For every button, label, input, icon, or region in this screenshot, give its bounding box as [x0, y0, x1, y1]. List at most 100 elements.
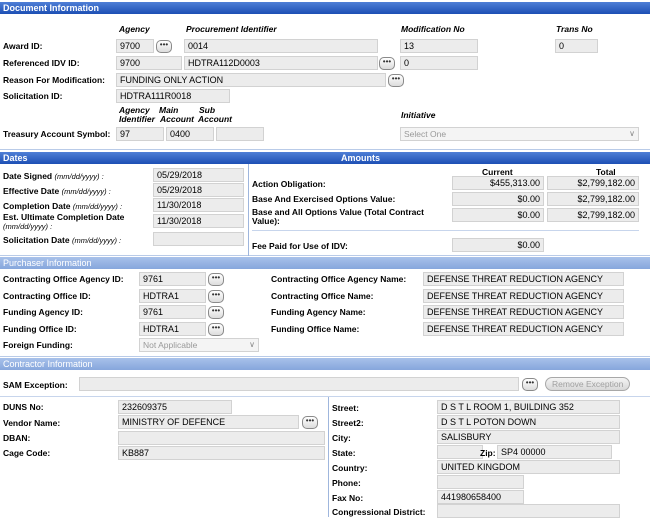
idv-agency-field[interactable]: 9700 — [116, 56, 182, 70]
award-modification-field[interactable]: 13 — [400, 39, 478, 53]
dates-divider — [248, 164, 249, 256]
cage-code-field[interactable]: KB887 — [118, 446, 325, 460]
initiative-select-value: Select One — [404, 129, 447, 139]
funding-agency-id-label: Funding Agency ID: — [3, 307, 83, 317]
base-exercised-total-field[interactable]: $2,799,182.00 — [547, 192, 639, 206]
funding-office-ellipsis-icon[interactable]: ••• — [208, 323, 224, 336]
dates-header: Dates Amounts — [0, 152, 650, 164]
idv-lookup-ellipsis-icon[interactable]: ••• — [379, 57, 395, 70]
award-lookup-ellipsis-icon[interactable]: ••• — [156, 40, 172, 53]
idv-procurement-field[interactable]: HDTRA112D0003 — [184, 56, 378, 70]
tas-sub-header-line2: Account — [198, 114, 232, 124]
foreign-funding-select-value: Not Applicable — [143, 340, 198, 350]
tas-agency-header-line2: Identifier — [119, 114, 155, 124]
referenced-idv-label: Referenced IDV ID: — [3, 58, 80, 68]
solicitation-date-label: Solicitation Date (mm/dd/yyyy) : — [3, 235, 122, 245]
reason-for-modification-field[interactable]: FUNDING ONLY ACTION — [116, 73, 386, 87]
action-obligation-current-field[interactable]: $455,313.00 — [452, 176, 544, 190]
foreign-funding-select[interactable]: Not Applicable ∨ — [139, 338, 259, 352]
idv-modification-field[interactable]: 0 — [400, 56, 478, 70]
contractor-divider — [0, 396, 650, 397]
contracting-office-name-label: Contracting Office Name: — [271, 291, 374, 301]
solicitation-id-label: Solicitation ID: — [3, 91, 63, 101]
sam-exception-ellipsis-icon[interactable]: ••• — [522, 378, 538, 391]
cage-code-label: Cage Code: — [3, 448, 51, 458]
sam-exception-field[interactable] — [79, 377, 519, 391]
document-information-panel: Agency Procurement Identifier Modificati… — [0, 14, 650, 150]
completion-date-label: Completion Date (mm/dd/yyyy) : — [3, 201, 123, 211]
vendor-lookup-ellipsis-icon[interactable]: ••• — [302, 416, 318, 429]
contracting-office-ellipsis-icon[interactable]: ••• — [208, 290, 224, 303]
street-label: Street: — [332, 403, 359, 413]
funding-agency-id-field[interactable]: 9761 — [139, 305, 206, 319]
base-all-options-total-field[interactable]: $2,799,182.00 — [547, 208, 639, 222]
document-information-header: Document Information — [0, 2, 650, 14]
contractor-information-panel: SAM Exception: ••• Remove Exception DUNS… — [0, 370, 650, 518]
street2-label: Street2: — [332, 418, 364, 428]
award-trans-field[interactable]: 0 — [555, 39, 598, 53]
funding-office-id-label: Funding Office ID: — [3, 324, 77, 334]
foreign-funding-label: Foreign Funding: — [3, 340, 73, 350]
action-obligation-total-field[interactable]: $2,799,182.00 — [547, 176, 639, 190]
state-field[interactable] — [437, 445, 483, 459]
solicitation-id-field[interactable]: HDTRA111R0018 — [116, 89, 230, 103]
fee-paid-field[interactable]: $0.00 — [452, 238, 544, 252]
treasury-account-symbol-label: Treasury Account Symbol: — [3, 129, 111, 139]
contracting-office-agency-name-label: Contracting Office Agency Name: — [271, 274, 407, 284]
tas-agency-field[interactable]: 97 — [116, 127, 164, 141]
contracting-office-agency-name-field[interactable]: DEFENSE THREAT REDUCTION AGENCY — [423, 272, 624, 286]
ultimate-completion-date-field[interactable]: 11/30/2018 — [153, 214, 244, 228]
congressional-district-label: Congressional District: — [332, 507, 426, 517]
remove-exception-button[interactable]: Remove Exception — [545, 377, 631, 391]
funding-office-name-label: Funding Office Name: — [271, 324, 360, 334]
city-field[interactable]: SALISBURY — [437, 430, 620, 444]
contracting-office-agency-ellipsis-icon[interactable]: ••• — [208, 273, 224, 286]
effective-date-field[interactable]: 05/29/2018 — [153, 183, 244, 197]
phone-label: Phone: — [332, 478, 361, 488]
purchaser-information-panel: Contracting Office Agency ID: 9761 ••• C… — [0, 269, 650, 357]
dban-label: DBAN: — [3, 433, 31, 443]
dates-amounts-panel: Date Signed (mm/dd/yyyy) : 05/29/2018 Ef… — [0, 164, 650, 256]
reason-for-modification-label: Reason For Modification: — [3, 75, 105, 85]
zip-field[interactable]: SP4 00000 — [497, 445, 612, 459]
street-field[interactable]: D S T L ROOM 1, BUILDING 352 — [437, 400, 620, 414]
funding-office-id-field[interactable]: HDTRA1 — [139, 322, 206, 336]
congressional-district-field[interactable] — [437, 504, 620, 518]
amounts-divider — [252, 230, 639, 231]
state-label: State: — [332, 448, 356, 458]
solicitation-date-field[interactable] — [153, 232, 244, 246]
vendor-name-label: Vendor Name: — [3, 418, 61, 428]
duns-label: DUNS No: — [3, 402, 44, 412]
tas-main-header-line2: Account — [160, 114, 194, 124]
street2-field[interactable]: D S T L POTON DOWN — [437, 415, 620, 429]
tas-sub-field[interactable] — [216, 127, 264, 141]
contracting-office-name-field[interactable]: DEFENSE THREAT REDUCTION AGENCY — [423, 289, 624, 303]
phone-field[interactable] — [437, 475, 524, 489]
award-procurement-field[interactable]: 0014 — [184, 39, 378, 53]
fax-field[interactable]: 441980658400 — [437, 490, 524, 504]
contracting-office-agency-id-field[interactable]: 9761 — [139, 272, 206, 286]
tas-main-field[interactable]: 0400 — [166, 127, 214, 141]
fee-paid-label: Fee Paid for Use of IDV: — [252, 241, 348, 251]
funding-agency-ellipsis-icon[interactable]: ••• — [208, 306, 224, 319]
chevron-down-icon: ∨ — [249, 340, 255, 349]
date-signed-field[interactable]: 05/29/2018 — [153, 168, 244, 182]
initiative-select[interactable]: Select One ∨ — [400, 127, 639, 141]
dban-field[interactable] — [118, 431, 325, 445]
contracting-office-id-field[interactable]: HDTRA1 — [139, 289, 206, 303]
zip-label: Zip: — [480, 448, 496, 458]
country-field[interactable]: UNITED KINGDOM — [437, 460, 620, 474]
base-all-options-label-line2: Value): — [252, 216, 280, 226]
fax-label: Fax No: — [332, 493, 364, 503]
duns-field[interactable]: 232609375 — [118, 400, 232, 414]
ultimate-completion-date-label: Est. Ultimate Completion Date — [3, 212, 125, 222]
reason-lookup-ellipsis-icon[interactable]: ••• — [388, 74, 404, 87]
country-label: Country: — [332, 463, 368, 473]
funding-agency-name-field[interactable]: DEFENSE THREAT REDUCTION AGENCY — [423, 305, 624, 319]
vendor-name-field[interactable]: MINISTRY OF DEFENCE — [118, 415, 299, 429]
completion-date-field[interactable]: 11/30/2018 — [153, 198, 244, 212]
award-agency-field[interactable]: 9700 — [116, 39, 154, 53]
base-all-options-current-field[interactable]: $0.00 — [452, 208, 544, 222]
base-exercised-current-field[interactable]: $0.00 — [452, 192, 544, 206]
funding-office-name-field[interactable]: DEFENSE THREAT REDUCTION AGENCY — [423, 322, 624, 336]
